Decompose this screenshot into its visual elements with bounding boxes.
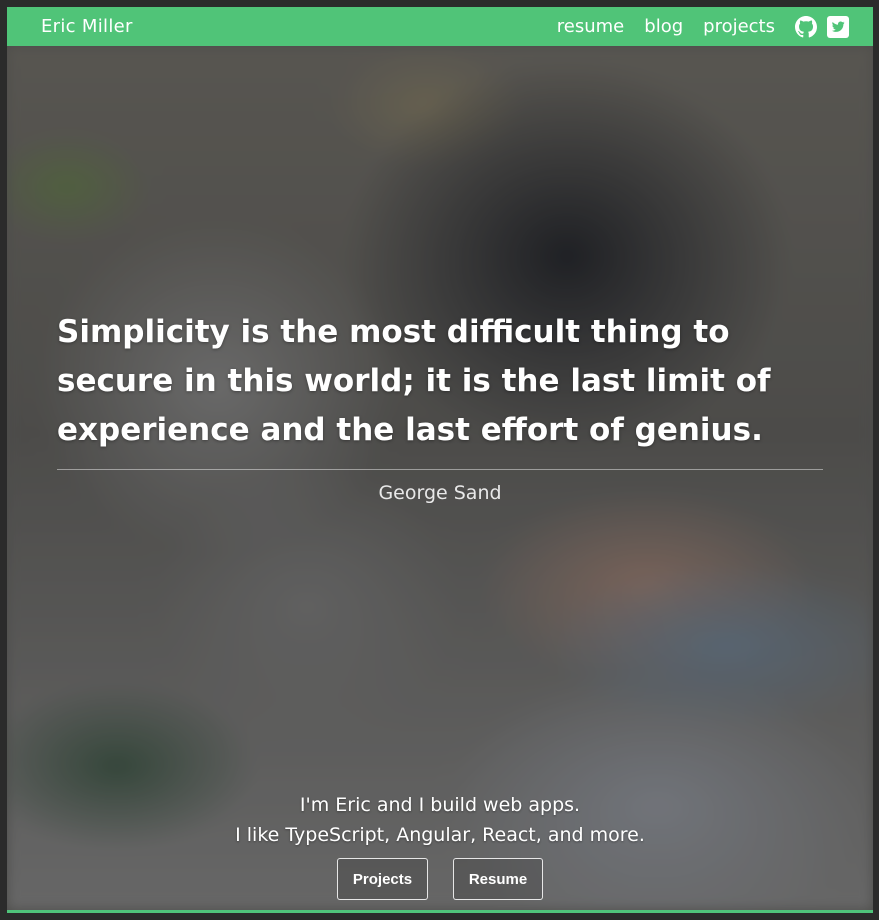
hero-buttons: Projects Resume: [7, 858, 873, 900]
projects-button[interactable]: Projects: [337, 858, 428, 900]
nav-link-resume[interactable]: resume: [557, 16, 624, 37]
quote-divider: [57, 469, 823, 470]
intro-text: I'm Eric and I build web apps. I like Ty…: [7, 790, 873, 850]
hero-section: Simplicity is the most difficult thing t…: [7, 46, 873, 910]
hero-quote: Simplicity is the most difficult thing t…: [57, 308, 797, 455]
resume-button[interactable]: Resume: [453, 858, 543, 900]
nav-link-projects[interactable]: projects: [703, 16, 775, 37]
intro-line: I like TypeScript, Angular, React, and m…: [235, 824, 645, 846]
nav-link-blog[interactable]: blog: [644, 16, 683, 37]
quote-author: George Sand: [378, 482, 502, 504]
quote-line: Simplicity is the most difficult thing t…: [57, 314, 730, 350]
twitter-icon[interactable]: [827, 15, 849, 38]
quote-line: experience and the last effort of genius…: [57, 412, 763, 448]
github-icon[interactable]: [795, 15, 817, 38]
navbar: Eric Miller resume blog projects: [7, 7, 873, 46]
hero-overlay: [7, 46, 873, 910]
quote-line: secure in this world; it is the last lim…: [57, 363, 771, 399]
intro-line: I'm Eric and I build web apps.: [299, 794, 581, 816]
social-icons: [795, 15, 849, 38]
brand-link[interactable]: Eric Miller: [41, 16, 133, 37]
page-frame: Eric Miller resume blog projects Simplic…: [7, 7, 873, 913]
nav-links: resume blog projects: [557, 15, 849, 38]
